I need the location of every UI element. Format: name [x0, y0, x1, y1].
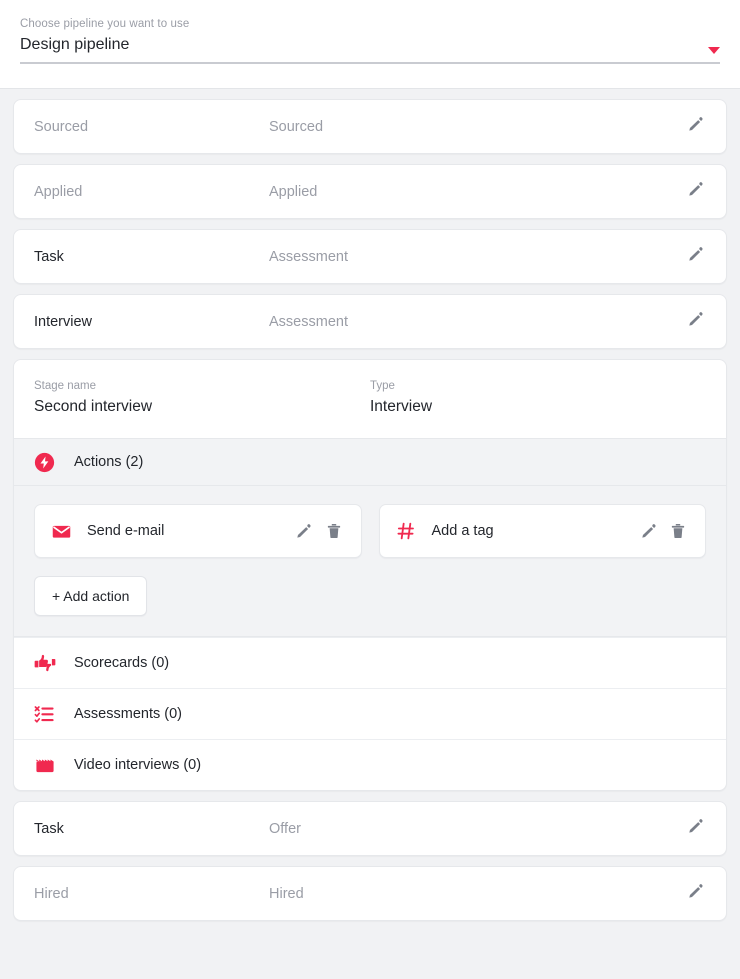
stage-rows-after: TaskOffer HiredHired — [13, 801, 727, 921]
add-action-button[interactable]: + Add action — [34, 576, 147, 616]
envelope-icon — [51, 521, 75, 542]
stage-section-row[interactable]: Video interviews (0) — [14, 739, 726, 790]
table-row[interactable]: TaskAssessment — [14, 230, 726, 283]
pencil-icon — [686, 180, 705, 204]
stage-type: Applied — [269, 184, 682, 200]
expanded-stage-card: Stage name Second interview Type Intervi… — [13, 359, 727, 791]
stage-name: Task — [34, 821, 269, 837]
stage-section-row[interactable]: Assessments (0) — [14, 688, 726, 739]
action-chip[interactable]: Add a tag — [379, 504, 707, 558]
edit-stage-button[interactable] — [682, 114, 708, 140]
stage-card: SourcedSourced — [13, 99, 727, 154]
edit-action-button[interactable] — [635, 518, 661, 544]
stage-type: Offer — [269, 821, 682, 837]
expanded-stage-fields: Stage name Second interview Type Intervi… — [14, 360, 726, 438]
edit-stage-button[interactable] — [682, 244, 708, 270]
edit-stage-button[interactable] — [682, 309, 708, 335]
edit-stage-button[interactable] — [682, 881, 708, 907]
lightning-bolt-icon — [34, 452, 60, 473]
stage-type-label: Type — [370, 380, 706, 392]
action-chip[interactable]: Send e-mail — [34, 504, 362, 558]
stage-card: InterviewAssessment — [13, 294, 727, 349]
stage-type: Hired — [269, 886, 682, 902]
stage-card: TaskAssessment — [13, 229, 727, 284]
actions-section-label: Actions (2) — [74, 454, 143, 470]
pipeline-select[interactable]: Design pipeline — [20, 36, 720, 64]
action-chip-label: Add a tag — [432, 523, 632, 539]
stage-section-row[interactable]: Scorecards (0) — [14, 637, 726, 688]
stage-name: Applied — [34, 184, 269, 200]
pipeline-stage-list: SourcedSourcedAppliedAppliedTaskAssessme… — [0, 88, 740, 979]
stage-card: TaskOffer — [13, 801, 727, 856]
pipeline-select-value: Design pipeline — [20, 36, 720, 54]
stage-name: Hired — [34, 886, 269, 902]
table-row[interactable]: TaskOffer — [14, 802, 726, 855]
stage-card: HiredHired — [13, 866, 727, 921]
table-row[interactable]: InterviewAssessment — [14, 295, 726, 348]
stage-name-field: Stage name Second interview — [34, 380, 370, 416]
thumbs-updown-icon — [34, 652, 60, 674]
stage-rows-before: SourcedSourcedAppliedAppliedTaskAssessme… — [13, 99, 727, 349]
pipeline-selector-header: Choose pipeline you want to use Design p… — [0, 0, 740, 88]
stage-name-label: Stage name — [34, 380, 370, 392]
pencil-icon — [686, 115, 705, 139]
table-row[interactable]: AppliedApplied — [14, 165, 726, 218]
pipeline-selector-label: Choose pipeline you want to use — [20, 18, 720, 30]
stage-name-value: Second interview — [34, 398, 370, 416]
pencil-icon — [686, 817, 705, 841]
stage-type-value: Interview — [370, 398, 706, 416]
stage-section-label: Assessments (0) — [74, 706, 182, 722]
table-row[interactable]: HiredHired — [14, 867, 726, 920]
pencil-icon — [686, 245, 705, 269]
chevron-down-icon[interactable] — [708, 47, 720, 54]
stage-type: Assessment — [269, 314, 682, 330]
stage-type: Assessment — [269, 249, 682, 265]
stage-section-label: Scorecards (0) — [74, 655, 169, 671]
action-chip-label: Send e-mail — [87, 523, 287, 539]
action-chip-list: Send e-mail Add a tag — [34, 504, 706, 558]
checklist-icon — [34, 704, 60, 725]
delete-action-button[interactable] — [665, 518, 691, 544]
stage-name: Task — [34, 249, 269, 265]
stage-type: Sourced — [269, 119, 682, 135]
stage-name: Interview — [34, 314, 269, 330]
edit-stage-button[interactable] — [682, 179, 708, 205]
stage-section-label: Video interviews (0) — [74, 757, 201, 773]
edit-stage-button[interactable] — [682, 816, 708, 842]
delete-action-button[interactable] — [321, 518, 347, 544]
stage-type-field: Type Interview — [370, 380, 706, 416]
expanded-stage-sections: Scorecards (0) Assessments (0) Video inter… — [14, 637, 726, 790]
clapperboard-icon — [34, 755, 60, 776]
stage-name: Sourced — [34, 119, 269, 135]
edit-action-button[interactable] — [291, 518, 317, 544]
actions-section-header[interactable]: Actions (2) — [14, 438, 726, 486]
hash-tag-icon — [396, 521, 420, 541]
stage-card: AppliedApplied — [13, 164, 727, 219]
pencil-icon — [686, 310, 705, 334]
table-row[interactable]: SourcedSourced — [14, 100, 726, 153]
pencil-icon — [686, 882, 705, 906]
actions-section-body: Send e-mail Add a tag + Add action — [14, 486, 726, 637]
